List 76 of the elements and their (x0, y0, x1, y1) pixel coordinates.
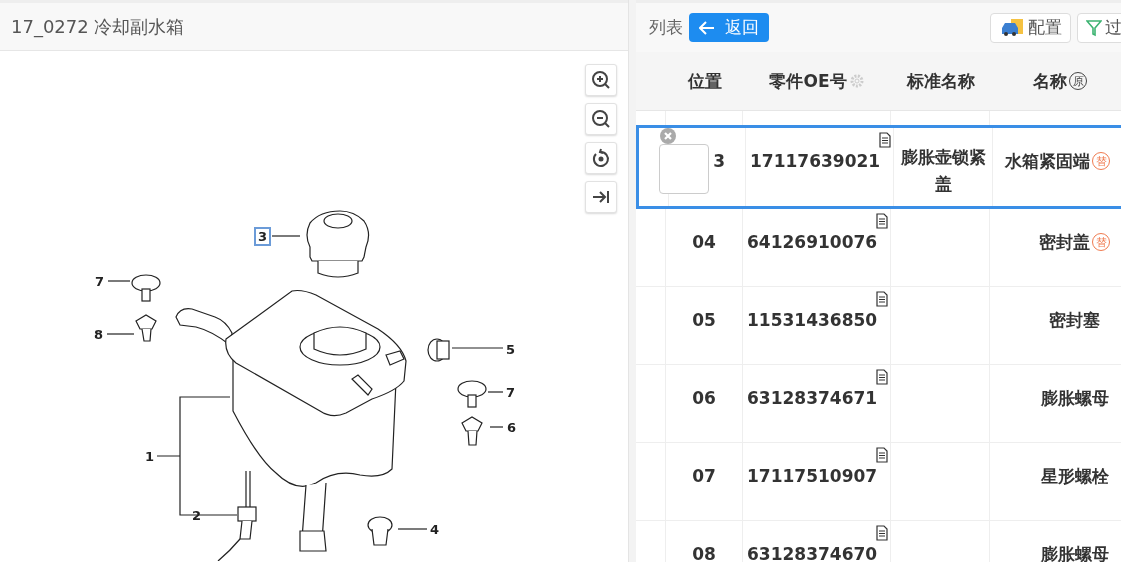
column-title: 零件OE号 (769, 69, 847, 93)
callout-label[interactable]: 8 (92, 327, 106, 342)
filter-button[interactable]: 过 (1077, 12, 1121, 43)
copy-icon[interactable] (876, 291, 888, 307)
oe-number-cell: 63128374670 (743, 521, 891, 562)
leader-line (271, 235, 301, 237)
zoom-in-icon (591, 70, 611, 90)
leader-line (397, 528, 428, 530)
filler-cap-drawing (306, 210, 370, 278)
diagram-title: 17_0272 冷却副水箱 (0, 0, 628, 51)
close-icon[interactable] (659, 127, 677, 145)
column-title: 名称 (1033, 69, 1067, 93)
position-cell: 08 (666, 521, 743, 562)
callout-label[interactable]: 5 (504, 342, 518, 357)
table-row[interactable]: 05 11531436850 密封塞 (636, 287, 1121, 365)
oe-number-cell: 17117510907 (743, 443, 891, 520)
copy-icon[interactable] (876, 369, 888, 385)
part-name: 膨胀螺母 (1040, 387, 1109, 410)
zoom-out-icon (591, 109, 611, 129)
zoom-in-button[interactable] (585, 64, 617, 96)
oe-number-cell: 64126910076 (743, 209, 891, 286)
callout-label[interactable]: 3 (256, 229, 270, 244)
column-header[interactable]: 零件OE号 (743, 52, 891, 111)
list-label: 列表 (649, 16, 683, 39)
copy-icon[interactable] (876, 525, 888, 541)
plug-drawing (367, 516, 393, 546)
filter-icon (1086, 18, 1102, 37)
car-icon (999, 17, 1025, 38)
column-header[interactable]: 位置 (666, 52, 743, 111)
position-cell: 04 (666, 209, 743, 286)
part-name: 膨胀螺母 (1040, 543, 1109, 562)
bolt-drawing (131, 274, 161, 302)
callout-label[interactable]: 7 (93, 274, 107, 289)
position-cell: 05 (666, 287, 743, 364)
grommet-drawing (427, 338, 450, 362)
column-header[interactable]: 标准名称 (891, 52, 990, 111)
table-row[interactable]: 06 63128374671 膨胀螺母 (636, 365, 1121, 443)
part-name: 密封塞 (1049, 309, 1100, 332)
bolt-drawing (457, 380, 487, 408)
config-button[interactable]: 配置 (990, 12, 1071, 43)
table-row[interactable]: 3 17117639021 膨胀壶锁紧盖 水箱紧固端 替 (636, 125, 1121, 209)
part-name: 星形螺栓 (1040, 465, 1109, 488)
table-row[interactable]: 07 17117510907 星形螺栓 (636, 443, 1121, 521)
column-title: 标准名称 (906, 69, 975, 93)
column-header[interactable]: 名称 原 (990, 52, 1121, 111)
leader-line (107, 280, 131, 282)
back-arrow-icon (699, 20, 715, 35)
collapse-button[interactable] (585, 181, 617, 213)
part-name: 密封盖 (1039, 231, 1090, 254)
position-cell: 07 (666, 443, 743, 520)
column-title: 位置 (687, 69, 722, 93)
oe-number-cell: 17117639021 (746, 128, 894, 206)
part-name: 水箱紧固端 (1005, 150, 1090, 173)
callout-label[interactable]: 7 (504, 385, 518, 400)
reset-icon (591, 148, 611, 168)
copy-icon[interactable] (879, 132, 891, 148)
callout-label[interactable]: 4 (428, 522, 442, 537)
oe-number-cell: 11531436850 (743, 287, 891, 364)
leader-line (106, 333, 135, 335)
clip-nut-drawing (135, 314, 157, 342)
position-cell: 06 (666, 365, 743, 442)
leader-line (487, 391, 504, 393)
copy-icon[interactable] (876, 213, 888, 229)
table-row[interactable]: 08 63128374670 膨胀螺母 (636, 521, 1121, 562)
reset-button[interactable] (585, 142, 617, 174)
copy-icon[interactable] (876, 447, 888, 463)
zoom-out-button[interactable] (585, 103, 617, 135)
clip-nut-drawing (461, 416, 483, 446)
callout-label[interactable]: 6 (505, 420, 519, 435)
table-row[interactable]: 04 64126910076 密封盖 替 (636, 209, 1121, 287)
leader-line (451, 347, 504, 349)
leader-line (489, 426, 504, 428)
callout-label[interactable]: 2 (190, 508, 204, 523)
oe-number-cell: 63128374671 (743, 365, 891, 442)
callout-label[interactable]: 1 (143, 449, 157, 464)
standard-name-cell: 膨胀壶锁紧盖 (894, 128, 993, 206)
